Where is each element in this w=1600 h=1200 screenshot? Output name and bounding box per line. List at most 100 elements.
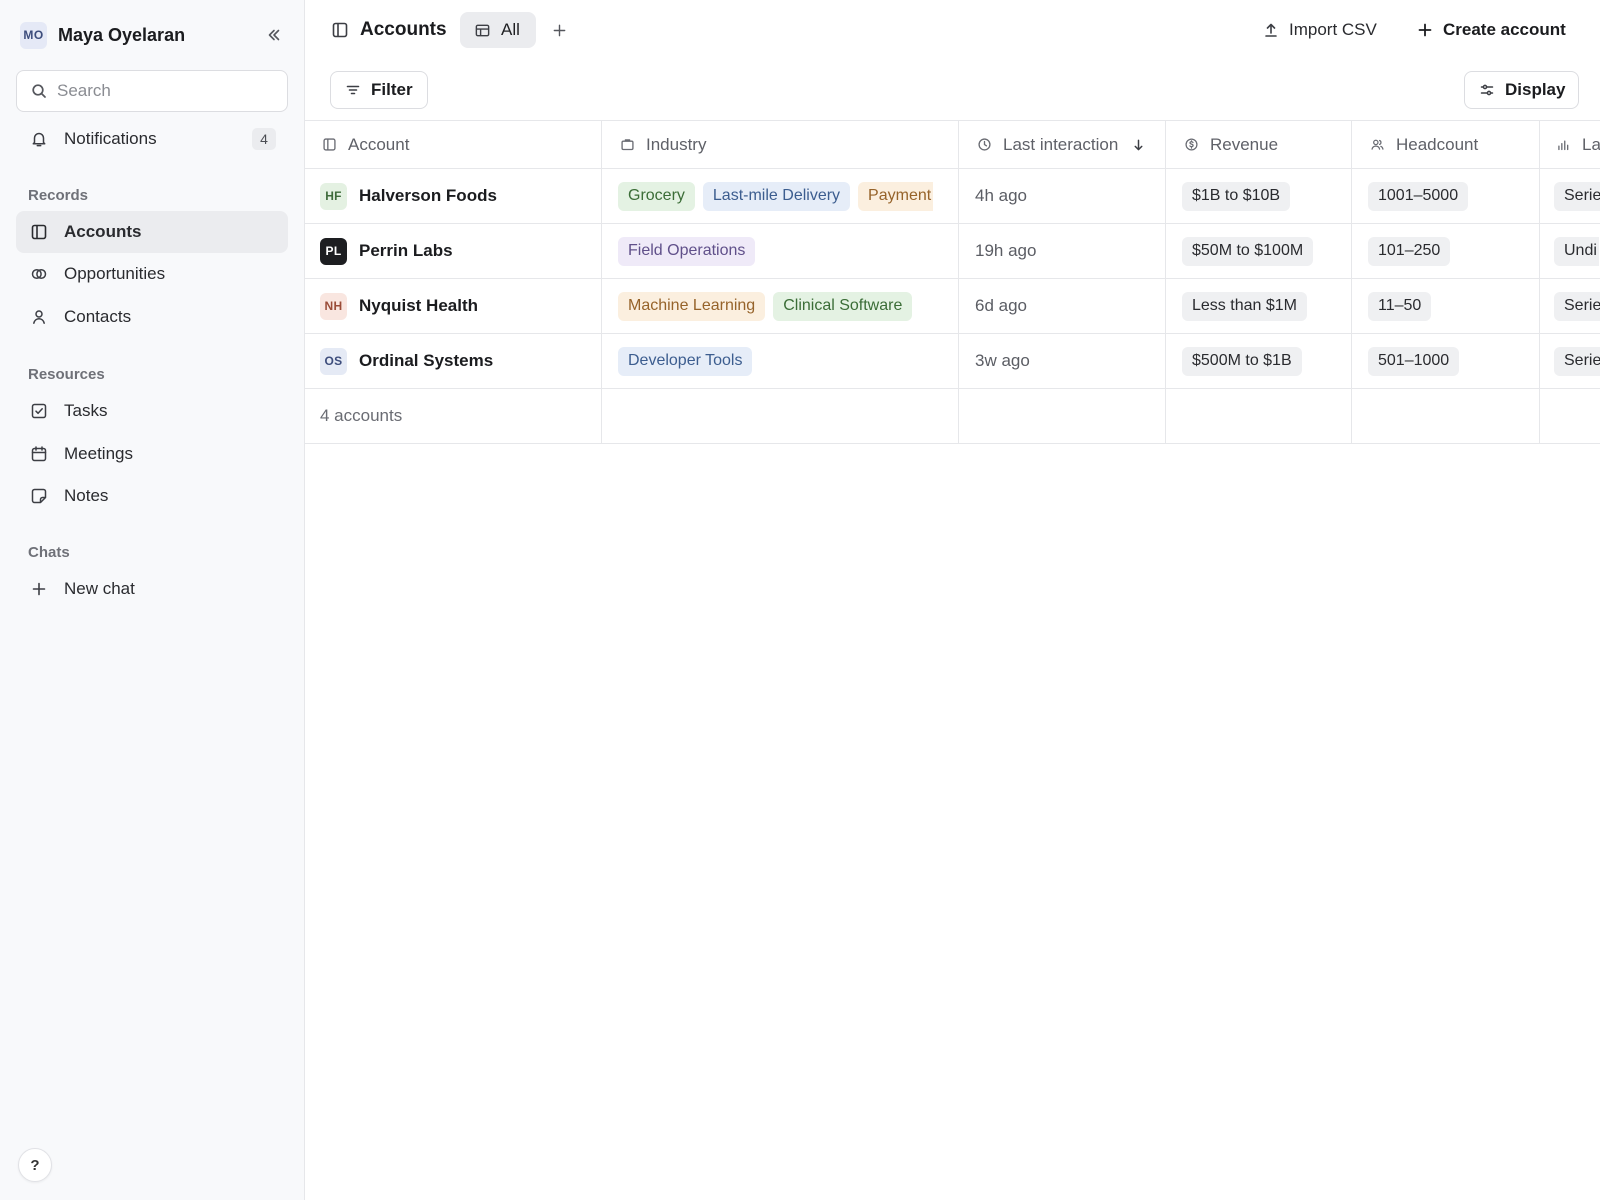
add-view-icon[interactable] — [548, 19, 570, 41]
account-count: 4 accounts — [320, 406, 403, 425]
sidebar-item-notifications[interactable]: Notifications 4 — [16, 118, 288, 160]
account-cell[interactable]: OS Ordinal Systems — [305, 334, 602, 388]
partial-column-cell[interactable]: Serie — [1540, 334, 1600, 388]
column-header-industry[interactable]: Industry — [602, 121, 959, 168]
sidebar-item-contacts[interactable]: Contacts — [16, 296, 288, 338]
column-label: La — [1582, 134, 1600, 154]
revenue-cell[interactable]: $1B to $10B — [1166, 169, 1352, 223]
industry-cell[interactable]: Grocery Last-mile Delivery Payment — [602, 169, 959, 223]
resources-section-label: Resources — [28, 366, 105, 383]
column-label: Industry — [646, 134, 707, 154]
button-label: Import CSV — [1289, 20, 1377, 39]
import-csv-button[interactable]: Import CSV — [1263, 16, 1377, 44]
button-label: Filter — [371, 80, 413, 99]
column-header-last-interaction[interactable]: Last interaction — [959, 121, 1166, 168]
headcount-cell[interactable]: 1001–5000 — [1352, 169, 1540, 223]
tab-all-view[interactable]: All — [460, 12, 536, 48]
column-header-revenue[interactable]: Revenue — [1166, 121, 1352, 168]
partial-column-cell[interactable]: Serie — [1540, 169, 1600, 223]
sidebar-item-tasks[interactable]: Tasks — [16, 390, 288, 432]
display-button[interactable]: Display — [1464, 71, 1579, 109]
table-body: HF Halverson Foods Grocery Last-mile Delive… — [305, 169, 1600, 389]
account-cell[interactable]: PL Perrin Labs — [305, 224, 602, 278]
industry-tag: Grocery — [618, 181, 695, 211]
workspace-user-switcher[interactable]: MO Maya Oyelaran — [20, 21, 285, 49]
partial-column-cell[interactable]: Undi — [1540, 224, 1600, 278]
accounts-table: Account Industry Last interaction Revenu… — [305, 120, 1600, 444]
last-interaction-value: 4h ago — [975, 186, 1027, 205]
revenue-cell[interactable]: $500M to $1B — [1166, 334, 1352, 388]
account-name[interactable]: Ordinal Systems — [359, 351, 493, 371]
table-row[interactable]: PL Perrin Labs Field Operations 19h ago $50M… — [305, 224, 1600, 279]
revenue-cell[interactable]: $50M to $100M — [1166, 224, 1352, 278]
collapse-sidebar-icon[interactable] — [263, 24, 285, 46]
partial-column-cell[interactable]: Serie — [1540, 279, 1600, 333]
sidebar-item-meetings[interactable]: Meetings — [16, 433, 288, 475]
headcount-cell[interactable]: 501–1000 — [1352, 334, 1540, 388]
industry-tag: Last-mile Delivery — [702, 181, 851, 211]
button-label: Display — [1505, 80, 1566, 99]
sidebar-item-notes[interactable]: Notes — [16, 475, 288, 517]
partial-column-tag: Serie — [1554, 291, 1600, 321]
last-interaction-cell[interactable]: 19h ago — [959, 224, 1166, 278]
revenue-tag: Less than $1M — [1182, 291, 1307, 321]
column-header-account[interactable]: Account — [305, 121, 602, 168]
sidebar-item-label: Accounts — [64, 222, 142, 241]
revenue-tag: $500M to $1B — [1182, 346, 1302, 376]
last-interaction-cell[interactable]: 6d ago — [959, 279, 1166, 333]
account-name[interactable]: Nyquist Health — [359, 296, 478, 316]
sidebar-item-accounts[interactable]: Accounts — [16, 211, 288, 253]
last-interaction-cell[interactable]: 3w ago — [959, 334, 1166, 388]
search-input[interactable] — [57, 81, 257, 101]
calendar-icon — [28, 443, 50, 465]
revenue-cell[interactable]: Less than $1M — [1166, 279, 1352, 333]
footer-cell — [1540, 389, 1600, 443]
dollar-circle-icon — [1182, 136, 1200, 154]
sidebar-item-label: Meetings — [64, 444, 133, 463]
account-cell[interactable]: HF Halverson Foods — [305, 169, 602, 223]
industry-tag: Clinical Software — [773, 291, 913, 321]
account-avatar: NH — [320, 292, 347, 320]
industry-cell[interactable]: Machine Learning Clinical Software — [602, 279, 959, 333]
sidebar-item-label: New chat — [64, 579, 135, 598]
industry-cell[interactable]: Field Operations — [602, 224, 959, 278]
upload-icon — [1263, 22, 1279, 38]
sort-descending-icon[interactable] — [1132, 138, 1145, 152]
footer-cell — [959, 389, 1166, 443]
industry-cell[interactable]: Developer Tools — [602, 334, 959, 388]
headcount-tag: 11–50 — [1368, 291, 1432, 321]
sidebar-item-opportunities[interactable]: Opportunities — [16, 253, 288, 295]
table-icon — [474, 22, 491, 39]
sidebar-item-label: Notes — [64, 486, 109, 505]
footer-count-cell: 4 accounts — [305, 389, 602, 443]
revenue-tag: $50M to $100M — [1182, 236, 1314, 266]
new-chat-button[interactable]: New chat — [16, 568, 288, 610]
account-avatar: OS — [320, 347, 347, 375]
bar-chart-icon — [1554, 136, 1572, 154]
create-account-button[interactable]: Create account — [1417, 16, 1566, 44]
person-icon — [28, 306, 50, 328]
account-name[interactable]: Perrin Labs — [359, 241, 453, 261]
page-title: Accounts — [360, 19, 447, 40]
sidebar-search[interactable] — [16, 70, 288, 112]
sidebar-panel-icon — [320, 136, 338, 154]
bell-icon — [28, 128, 50, 150]
sidebar-item-label: Notifications — [64, 129, 157, 148]
account-name[interactable]: Halverson Foods — [359, 186, 497, 206]
table-row[interactable]: HF Halverson Foods Grocery Last-mile Delive… — [305, 169, 1600, 224]
user-name: Maya Oyelaran — [58, 24, 186, 45]
filter-button[interactable]: Filter — [330, 71, 428, 109]
search-icon — [31, 83, 47, 99]
sidebar-panel-icon[interactable] — [329, 19, 351, 41]
plus-icon — [28, 578, 50, 600]
column-header-headcount[interactable]: Headcount — [1352, 121, 1540, 168]
briefcase-icon — [618, 136, 636, 154]
help-button[interactable]: ? — [18, 1148, 52, 1182]
headcount-cell[interactable]: 101–250 — [1352, 224, 1540, 278]
table-row[interactable]: NH Nyquist Health Machine Learning Clinical… — [305, 279, 1600, 334]
last-interaction-cell[interactable]: 4h ago — [959, 169, 1166, 223]
headcount-cell[interactable]: 11–50 — [1352, 279, 1540, 333]
table-row[interactable]: OS Ordinal Systems Developer Tools 3w ago $5… — [305, 334, 1600, 389]
account-cell[interactable]: NH Nyquist Health — [305, 279, 602, 333]
column-header-partial[interactable]: La — [1540, 121, 1600, 168]
